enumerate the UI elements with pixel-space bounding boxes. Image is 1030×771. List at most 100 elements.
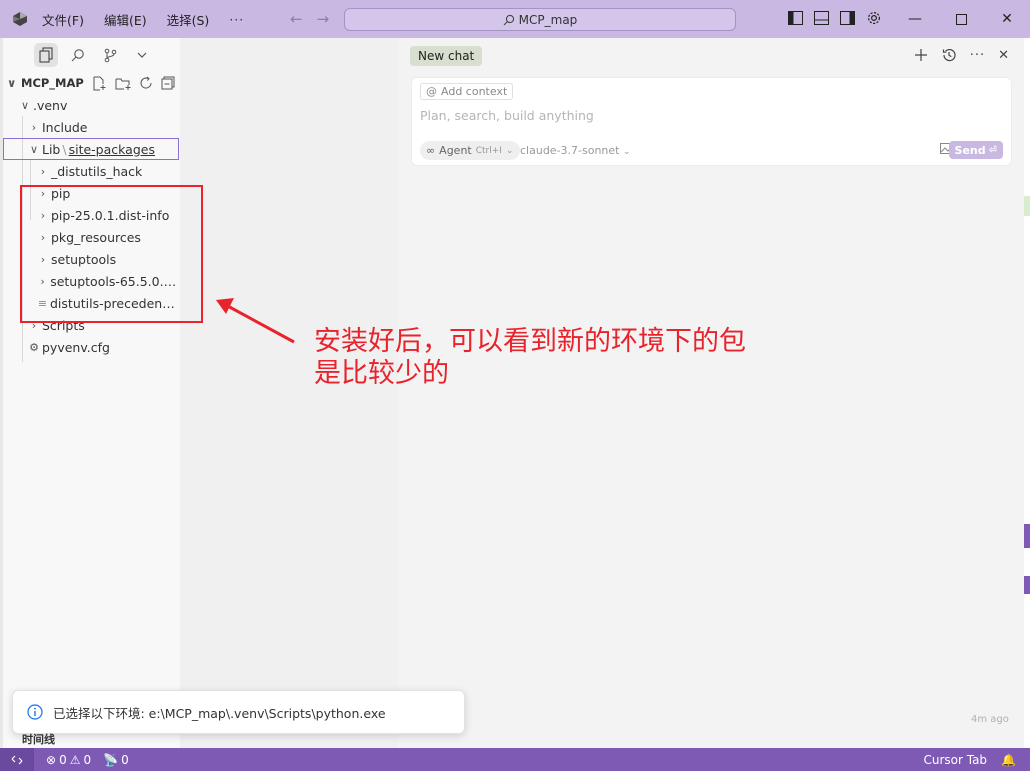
forward-arrow-icon[interactable]: → <box>317 10 330 28</box>
enter-key-icon: ⏎ <box>988 144 997 156</box>
close-chat-icon[interactable]: ✕ <box>998 48 1009 63</box>
chat-input-placeholder[interactable]: Plan, search, build anything <box>420 108 594 123</box>
sidebar-activity-row <box>3 38 180 72</box>
collapse-all-icon[interactable] <box>161 76 175 90</box>
new-file-icon[interactable] <box>92 76 107 91</box>
tree-item-pyvenv-cfg[interactable]: ⚙ pyvenv.cfg <box>3 336 180 358</box>
refresh-icon[interactable] <box>139 76 153 90</box>
chat-panel: New chat ··· ✕ @ Add context Plan, searc… <box>398 38 1023 748</box>
menu-selection[interactable]: 选择(S) <box>165 10 212 29</box>
maximize-icon[interactable] <box>938 0 984 38</box>
tree-item-distutils-hack[interactable]: › _distutils_hack <box>3 160 180 182</box>
settings-gear-icon[interactable] <box>865 9 882 26</box>
status-bar-right: Cursor Tab 🔔 <box>923 748 1016 771</box>
nav-arrows: ← → <box>290 10 329 28</box>
editor-area <box>180 38 398 748</box>
cursor-logo-icon <box>0 0 40 38</box>
layout-controls <box>787 9 882 26</box>
tree-item-venv[interactable]: ∨ .venv <box>3 94 180 116</box>
tree-label: _distutils_hack <box>51 163 143 179</box>
new-chat-tab[interactable]: New chat <box>410 46 483 66</box>
minimize-icon[interactable]: — <box>892 0 938 38</box>
edge-mark <box>1024 524 1030 548</box>
tree-item-lib-site-packages[interactable]: ∨ Lib \ site-packages <box>3 138 179 160</box>
menu-bar: 文件(F) 编辑(E) 选择(S) <box>40 10 211 29</box>
new-folder-icon[interactable] <box>115 76 131 91</box>
add-context-button[interactable]: @ Add context <box>420 83 514 100</box>
at-icon: @ <box>426 85 437 98</box>
workspace-name: MCP_MAP <box>21 76 84 90</box>
toggle-panel-icon[interactable] <box>813 9 830 26</box>
tree-label: .venv <box>33 97 68 113</box>
agent-label: Agent <box>439 144 472 157</box>
warning-count: 0 <box>83 752 92 767</box>
send-button[interactable]: Send ⏎ <box>948 141 1003 159</box>
chat-input-box[interactable]: @ Add context Plan, search, build anythi… <box>411 77 1012 166</box>
problems-indicator[interactable]: ⊗ 0 ⚠ 0 <box>46 753 91 767</box>
cursor-tab-status[interactable]: Cursor Tab <box>923 753 987 767</box>
annotation-arrow-icon <box>216 298 295 344</box>
path-separator: \ <box>62 141 67 157</box>
chevron-down-icon: ∨ <box>7 76 17 90</box>
explorer-files-icon[interactable] <box>34 43 58 67</box>
chevron-down-icon: ∨ <box>29 142 39 156</box>
more-actions-icon[interactable]: ··· <box>970 48 985 63</box>
tree-item-include[interactable]: › Include <box>3 116 180 138</box>
annotation-line-2: 是比较少的 <box>314 358 449 389</box>
search-sidebar-icon[interactable] <box>66 43 90 67</box>
edge-mark <box>1024 576 1030 594</box>
background-window-edge <box>1024 38 1030 748</box>
timeline-section-label[interactable]: 时间线 <box>22 731 55 747</box>
menu-more-button[interactable]: ··· <box>229 12 244 27</box>
error-count: 0 <box>59 752 67 767</box>
close-window-icon[interactable]: ✕ <box>984 0 1030 38</box>
window-controls: — ✕ <box>892 0 1030 38</box>
command-center-search[interactable]: MCP_map <box>344 8 736 31</box>
gear-icon: ⚙ <box>29 340 39 354</box>
back-arrow-icon[interactable]: ← <box>290 10 303 28</box>
ports-indicator[interactable]: 📡 0 <box>103 753 129 767</box>
title-bar: 文件(F) 编辑(E) 选择(S) ··· ← → MCP_map — ✕ <box>0 0 1030 38</box>
status-bar: ⊗ 0 ⚠ 0 📡 0 Cursor Tab 🔔 <box>0 748 1030 771</box>
menu-file[interactable]: 文件(F) <box>40 10 86 29</box>
agent-shortcut: Ctrl+I <box>475 145 502 156</box>
chevron-down-icon: ⌄ <box>622 147 631 157</box>
add-context-label: Add context <box>441 85 508 98</box>
agent-mode-selector[interactable]: ∞ Agent Ctrl+I ⌄ <box>420 141 520 160</box>
edge-mark <box>1024 196 1030 216</box>
tree-label-site-packages: site-packages <box>68 141 155 157</box>
tree-label: Include <box>42 119 88 135</box>
notification-message: 已选择以下环境: e:\MCP_map\.venv\Scripts\python… <box>53 705 386 721</box>
tree-label-lib: Lib <box>42 141 61 157</box>
explorer-header[interactable]: ∨ MCP_MAP <box>3 72 180 94</box>
chevron-right-icon: › <box>31 120 37 134</box>
annotation-text: 安装好后，可以看到新的环境下的包 是比较少的 <box>314 326 854 390</box>
ports-count: 0 <box>121 752 129 767</box>
menu-edit[interactable]: 编辑(E) <box>102 10 149 29</box>
toggle-secondary-sidebar-icon[interactable] <box>839 9 856 26</box>
environment-notification[interactable]: 已选择以下环境: e:\MCP_map\.venv\Scripts\python… <box>12 690 465 734</box>
model-label: claude-3.7-sonnet <box>520 144 620 157</box>
broadcast-icon: 📡 <box>103 752 119 767</box>
chevron-down-icon: ∨ <box>20 98 30 112</box>
timestamp: 4m ago <box>971 714 1009 725</box>
error-icon: ⊗ <box>46 752 57 767</box>
history-icon[interactable] <box>941 47 957 63</box>
search-icon <box>503 14 514 25</box>
toggle-primary-sidebar-icon[interactable] <box>787 9 804 26</box>
notifications-bell-icon[interactable]: 🔔 <box>1001 753 1016 767</box>
annotation-highlight-box <box>20 185 203 323</box>
chevron-down-icon: ⌄ <box>505 145 514 156</box>
source-control-icon[interactable] <box>98 43 122 67</box>
explorer-header-actions <box>92 76 175 91</box>
more-views-chevron-icon[interactable] <box>130 43 154 67</box>
chevron-right-icon: › <box>40 164 46 178</box>
model-selector[interactable]: claude-3.7-sonnet ⌄ <box>520 144 631 157</box>
info-icon <box>27 704 43 720</box>
remote-indicator-icon[interactable] <box>0 748 34 771</box>
search-text: MCP_map <box>518 12 578 27</box>
explorer-sidebar: ∨ MCP_MAP ∨ .venv › Include ∨ Lib \ site… <box>3 38 180 748</box>
send-label: Send <box>954 143 986 157</box>
warning-icon: ⚠ <box>69 752 81 767</box>
plus-icon[interactable] <box>914 48 928 62</box>
